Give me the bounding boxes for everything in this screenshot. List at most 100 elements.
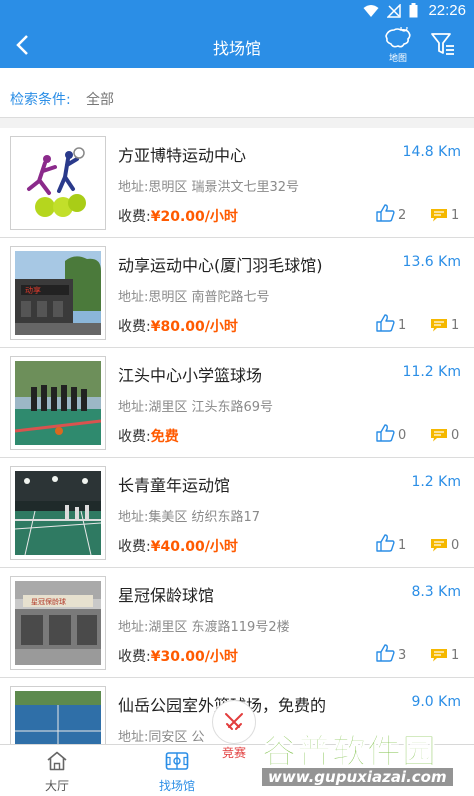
fee-price: ¥40.00/小时 — [150, 539, 238, 555]
crossed-swords-icon — [225, 713, 243, 730]
thumbs-up-icon — [376, 424, 395, 442]
venue-fee: 收费:¥40.00/小时 — [118, 536, 238, 556]
venue-fee: 收费:¥80.00/小时 — [118, 316, 238, 336]
status-icons — [363, 3, 418, 18]
venue-row[interactable]: 动享 动享运动中心(厦门羽毛球馆) 13.6 Km 地址:思明区 南普陀路七号 … — [0, 238, 474, 348]
nav-venues[interactable]: 找场馆 — [132, 751, 222, 794]
venue-name: 动享运动中心(厦门羽毛球馆) — [118, 256, 323, 275]
venue-thumbnail — [10, 136, 106, 230]
venue-thumbnail: 动享 — [10, 246, 106, 340]
comment-button[interactable]: 1 — [430, 208, 459, 222]
like-button[interactable]: 1 — [376, 534, 406, 552]
like-button[interactable]: 2 — [376, 204, 406, 222]
svg-text:星冠保龄球: 星冠保龄球 — [31, 597, 66, 606]
venue-row[interactable]: 方亚博特运动中心 14.8 Km 地址:思明区 瑞景洪文七里32号 收费:¥20… — [0, 128, 474, 238]
map-icon — [385, 24, 411, 48]
comment-button[interactable]: 1 — [430, 648, 459, 662]
fee-label: 收费: — [118, 319, 151, 335]
venue-address: 地址:思明区 南普陀路七号 — [118, 290, 270, 305]
venue-name: 方亚博特运动中心 — [118, 146, 247, 165]
filter-button[interactable] — [430, 31, 456, 57]
venue-list: 方亚博特运动中心 14.8 Km 地址:思明区 瑞景洪文七里32号 收费:¥20… — [0, 128, 474, 788]
comment-icon — [431, 649, 447, 662]
comment-count: 1 — [451, 318, 460, 333]
map-button[interactable]: 地图 — [380, 24, 416, 65]
venue-fee: 收费:免费 — [118, 426, 179, 446]
condition-value: 全部 — [86, 92, 114, 108]
nav-venues-label: 找场馆 — [158, 779, 195, 793]
venue-row[interactable]: 星冠保龄球 星冠保龄球馆 8.3 Km 地址:湖里区 东渡路119号2楼 收费:… — [0, 568, 474, 678]
thumbs-up-icon — [376, 204, 395, 222]
venue-distance: 13.6 Km — [402, 254, 461, 270]
like-count: 3 — [398, 648, 407, 663]
no-signal-icon — [387, 3, 401, 18]
thumbs-up-icon — [376, 314, 395, 332]
venue-distance: 14.8 Km — [402, 144, 461, 160]
venue-address: 地址:同安区 公 — [118, 730, 205, 745]
comment-button[interactable]: 0 — [430, 538, 459, 552]
app-header: 找场馆 地图 — [0, 22, 474, 68]
contest-button[interactable]: 竞赛 — [212, 700, 256, 760]
home-icon — [47, 751, 67, 771]
venue-distance: 8.3 Km — [411, 584, 461, 600]
fee-price: ¥80.00/小时 — [150, 319, 238, 335]
fee-label: 收费: — [118, 209, 151, 225]
venue-thumbnail — [10, 356, 106, 450]
watermark-url: www.gupuxiazai.com — [262, 768, 453, 786]
venue-row[interactable]: 长青童年运动馆 1.2 Km 地址:集美区 纺织东路17 收费:¥40.00/小… — [0, 458, 474, 568]
venue-name: 长青童年运动馆 — [118, 476, 231, 495]
thumbs-up-icon — [376, 534, 395, 552]
comment-icon — [431, 429, 447, 442]
fee-price: 免费 — [150, 429, 179, 445]
like-count: 1 — [398, 538, 407, 553]
wifi-icon — [363, 4, 379, 17]
contest-label: 竞赛 — [221, 746, 246, 760]
venue-distance: 11.2 Km — [402, 364, 461, 380]
nav-hall-label: 大厅 — [44, 779, 69, 793]
venue-distance: 9.0 Km — [411, 694, 461, 710]
comment-icon — [431, 319, 447, 332]
venue-thumbnail: 星冠保龄球 — [10, 576, 106, 670]
status-time: 22:26 — [428, 2, 466, 19]
like-button[interactable]: 1 — [376, 314, 406, 332]
venue-address: 地址:湖里区 江头东路69号 — [118, 400, 274, 415]
like-count: 1 — [398, 318, 407, 333]
fee-price: ¥30.00/小时 — [150, 649, 238, 665]
comment-icon — [431, 539, 447, 552]
venue-name: 星冠保龄球馆 — [118, 586, 215, 605]
venue-row[interactable]: 江头中心小学篮球场 11.2 Km 地址:湖里区 江头东路69号 收费:免费 0… — [0, 348, 474, 458]
like-count: 2 — [398, 208, 407, 223]
search-condition-bar[interactable]: 检索条件: 全部 — [0, 68, 474, 118]
comment-count: 0 — [451, 538, 460, 553]
contest-circle — [212, 700, 256, 744]
comment-button[interactable]: 1 — [430, 318, 459, 332]
fee-label: 收费: — [118, 539, 151, 555]
comment-icon — [431, 209, 447, 222]
fee-label: 收费: — [118, 649, 151, 665]
like-button[interactable]: 3 — [376, 644, 406, 662]
filter-icon — [431, 33, 454, 55]
like-count: 0 — [398, 428, 407, 443]
venue-thumbnail — [10, 466, 106, 560]
map-label: 地图 — [388, 54, 407, 64]
watermark: 谷普软件园 www.gupuxiazai.com — [262, 722, 472, 794]
comment-count: 1 — [451, 648, 460, 663]
venue-address: 地址:思明区 瑞景洪文七里32号 — [118, 180, 300, 195]
battery-icon — [409, 3, 418, 18]
court-icon — [165, 752, 189, 770]
venue-address: 地址:集美区 纺织东路17 — [118, 510, 261, 525]
status-bar: 22:26 — [0, 0, 474, 22]
fee-price: ¥20.00/小时 — [150, 209, 238, 225]
watermark-title: 谷普软件园 — [262, 732, 437, 773]
comment-count: 0 — [451, 428, 460, 443]
venue-name: 江头中心小学篮球场 — [118, 366, 263, 385]
thumbs-up-icon — [376, 644, 395, 662]
nav-hall[interactable]: 大厅 — [12, 751, 102, 794]
comment-button[interactable]: 0 — [430, 428, 459, 442]
svg-text:动享: 动享 — [25, 285, 41, 295]
comment-count: 1 — [451, 208, 460, 223]
venue-address: 地址:湖里区 东渡路119号2楼 — [118, 620, 290, 635]
condition-label: 检索条件: — [10, 92, 71, 108]
like-button[interactable]: 0 — [376, 424, 406, 442]
fee-label: 收费: — [118, 429, 151, 445]
